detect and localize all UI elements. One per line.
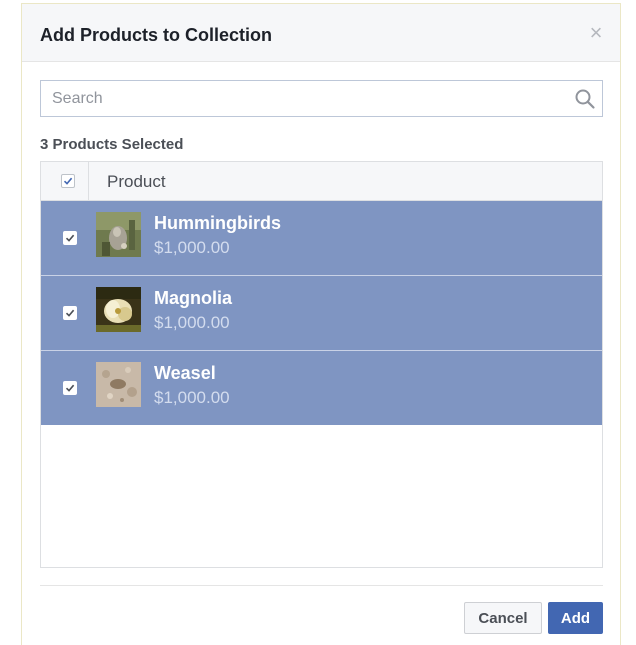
header-checkbox-cell [41, 162, 89, 200]
row-checkbox[interactable] [63, 231, 77, 245]
select-all-checkbox[interactable] [61, 174, 75, 188]
checkmark-icon [63, 177, 73, 185]
row-checkbox[interactable] [63, 381, 77, 395]
footer-divider [40, 585, 603, 586]
search-icon[interactable] [574, 88, 596, 110]
table-row[interactable]: Weasel $1,000.00 [41, 351, 602, 425]
table-row[interactable]: Hummingbirds $1,000.00 [41, 201, 602, 275]
checkmark-icon [65, 234, 75, 242]
product-price: $1,000.00 [154, 238, 230, 257]
product-name: Magnolia [154, 288, 233, 308]
dialog-title: Add Products to Collection [40, 25, 272, 45]
product-table: Product Hummingbirds $1,000.00 Magnolia … [40, 161, 603, 568]
close-icon[interactable]: × [586, 22, 606, 44]
cancel-button[interactable]: Cancel [464, 602, 542, 634]
checkmark-icon [65, 384, 75, 392]
column-header-product: Product [107, 172, 166, 191]
product-price: $1,000.00 [154, 313, 230, 332]
search-box [40, 80, 603, 117]
product-name: Hummingbirds [154, 213, 282, 233]
hummingbirds-thumbnail [96, 212, 141, 257]
search-input[interactable] [41, 81, 572, 116]
add-button[interactable]: Add [548, 602, 603, 634]
add-products-dialog: Add Products to Collection × 3 Products … [21, 3, 621, 645]
product-price: $1,000.00 [154, 388, 230, 407]
dialog-header: Add Products to Collection × [22, 4, 620, 62]
selected-count-label: 3 Products Selected [40, 136, 184, 153]
table-row[interactable]: Magnolia $1,000.00 [41, 276, 602, 350]
table-header: Product [41, 162, 602, 201]
row-checkbox[interactable] [63, 306, 77, 320]
checkmark-icon [65, 309, 75, 317]
magnolia-thumbnail [96, 287, 141, 332]
weasel-thumbnail [96, 362, 141, 407]
product-name: Weasel [154, 363, 216, 383]
